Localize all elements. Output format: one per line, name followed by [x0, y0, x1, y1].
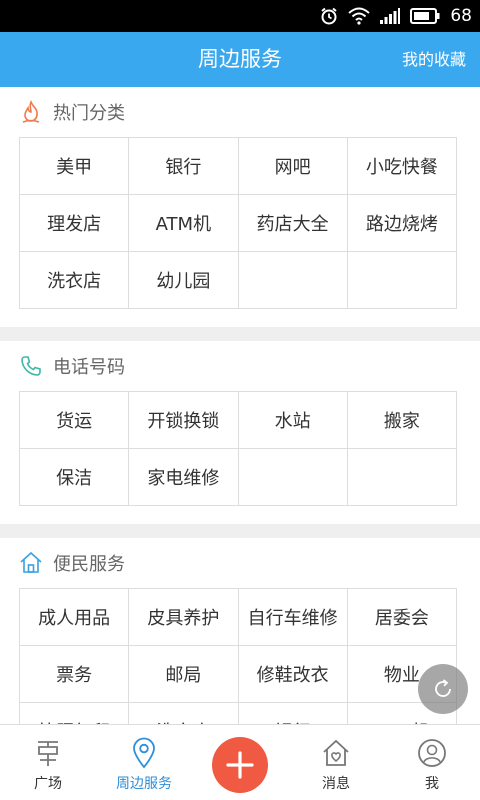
category-cell[interactable]: ATM机: [129, 195, 239, 252]
phone-category-cell[interactable]: 保洁: [20, 449, 130, 506]
tab-label: 周边服务: [116, 776, 172, 792]
empty-cell: [238, 449, 348, 506]
category-cell[interactable]: 幼儿园: [129, 252, 239, 309]
empty-cell: [238, 252, 348, 309]
service-cell[interactable]: 银行: [239, 703, 348, 724]
battery-level: 68: [450, 6, 472, 26]
category-cell[interactable]: 网吧: [238, 138, 348, 195]
category-cell[interactable]: 理发店: [20, 195, 130, 252]
service-cell[interactable]: 修鞋改衣: [238, 646, 348, 703]
section-title: 便民服务: [53, 554, 125, 575]
status-icons: 68: [320, 0, 472, 32]
tab-label: 消息: [322, 776, 350, 792]
tab-nearby-services[interactable]: 周边服务: [96, 725, 192, 800]
battery-icon: [410, 8, 440, 24]
category-cell[interactable]: 小吃快餐: [347, 138, 457, 195]
message-home-icon: [321, 737, 351, 769]
category-cell[interactable]: 药店大全: [238, 195, 348, 252]
my-favorites-button[interactable]: 我的收藏: [402, 32, 466, 87]
square-plaza-icon: [34, 737, 62, 769]
section-header: 便民服务: [0, 538, 480, 588]
empty-cell: [347, 449, 457, 506]
tab-me[interactable]: 我: [384, 725, 480, 800]
section-title: 热门分类: [53, 103, 125, 124]
top-header: 周边服务 我的收藏: [0, 32, 480, 87]
phone-category-cell[interactable]: 水站: [238, 392, 348, 449]
service-cell[interactable]: 洗衣店: [129, 703, 239, 724]
category-cell[interactable]: 银行: [129, 138, 239, 195]
section-convenience-services: 便民服务 成人用品 皮具养护 自行车维修 居委会 票务 邮局 修鞋改衣 物业 快…: [0, 538, 480, 724]
status-bar: 68: [0, 0, 480, 32]
location-pin-icon: [131, 737, 157, 769]
service-cell[interactable]: 票务: [20, 646, 130, 703]
phone-category-cell[interactable]: 货运: [20, 392, 130, 449]
wifi-icon: [348, 7, 371, 25]
tab-messages[interactable]: 消息: [288, 725, 384, 800]
phone-icon: [19, 354, 43, 378]
category-cell[interactable]: 美甲: [20, 138, 130, 195]
category-cell[interactable]: 路边烧烤: [347, 195, 457, 252]
service-cell[interactable]: 居委会: [347, 589, 457, 646]
category-cell[interactable]: 洗衣店: [20, 252, 130, 309]
refresh-icon: [435, 679, 451, 697]
service-content[interactable]: 热门分类 美甲 银行 网吧 小吃快餐 理发店 ATM机 药店大全 路边烧烤 洗衣…: [0, 87, 480, 724]
signal-icon: [380, 8, 401, 24]
service-cell[interactable]: 成人用品: [20, 589, 130, 646]
section-header: 热门分类: [0, 87, 480, 137]
section-hot-categories: 热门分类 美甲 银行 网吧 小吃快餐 理发店 ATM机 药店大全 路边烧烤 洗衣…: [0, 87, 480, 327]
house-icon: [19, 551, 43, 575]
service-cell[interactable]: 自行车维修: [238, 589, 348, 646]
service-grid: 成人用品 皮具养护 自行车维修 居委会 票务 邮局 修鞋改衣 物业 快照复印 洗…: [19, 588, 457, 724]
phone-category-cell[interactable]: 开锁换锁: [129, 392, 239, 449]
add-post-button[interactable]: [212, 737, 268, 793]
flame-icon: [19, 100, 43, 124]
service-cell[interactable]: 快照复印: [20, 703, 130, 724]
service-cell[interactable]: 皮具养护: [129, 589, 239, 646]
bottom-tab-bar: 广场 周边服务 消息 我: [0, 724, 480, 800]
service-cell[interactable]: 邮局: [129, 646, 239, 703]
section-phone-numbers: 电话号码 货运 开锁换锁 水站 搬家 保洁 家电维修: [0, 341, 480, 524]
refresh-button[interactable]: [418, 664, 468, 714]
user-icon: [417, 737, 447, 769]
phone-category-cell[interactable]: 搬家: [347, 392, 457, 449]
tab-plaza[interactable]: 广场: [0, 725, 96, 800]
phone-grid: 货运 开锁换锁 水站 搬家 保洁 家电维修: [19, 391, 457, 506]
plus-icon: [226, 751, 254, 779]
section-header: 电话号码: [0, 341, 480, 391]
category-grid: 美甲 银行 网吧 小吃快餐 理发店 ATM机 药店大全 路边烧烤 洗衣店 幼儿园: [19, 137, 457, 309]
section-title: 电话号码: [53, 357, 125, 378]
tab-label: 广场: [34, 776, 62, 792]
alarm-icon: [321, 7, 337, 25]
phone-category-cell[interactable]: 家电维修: [129, 449, 239, 506]
empty-cell: [347, 252, 457, 309]
tab-label: 我: [425, 776, 439, 792]
